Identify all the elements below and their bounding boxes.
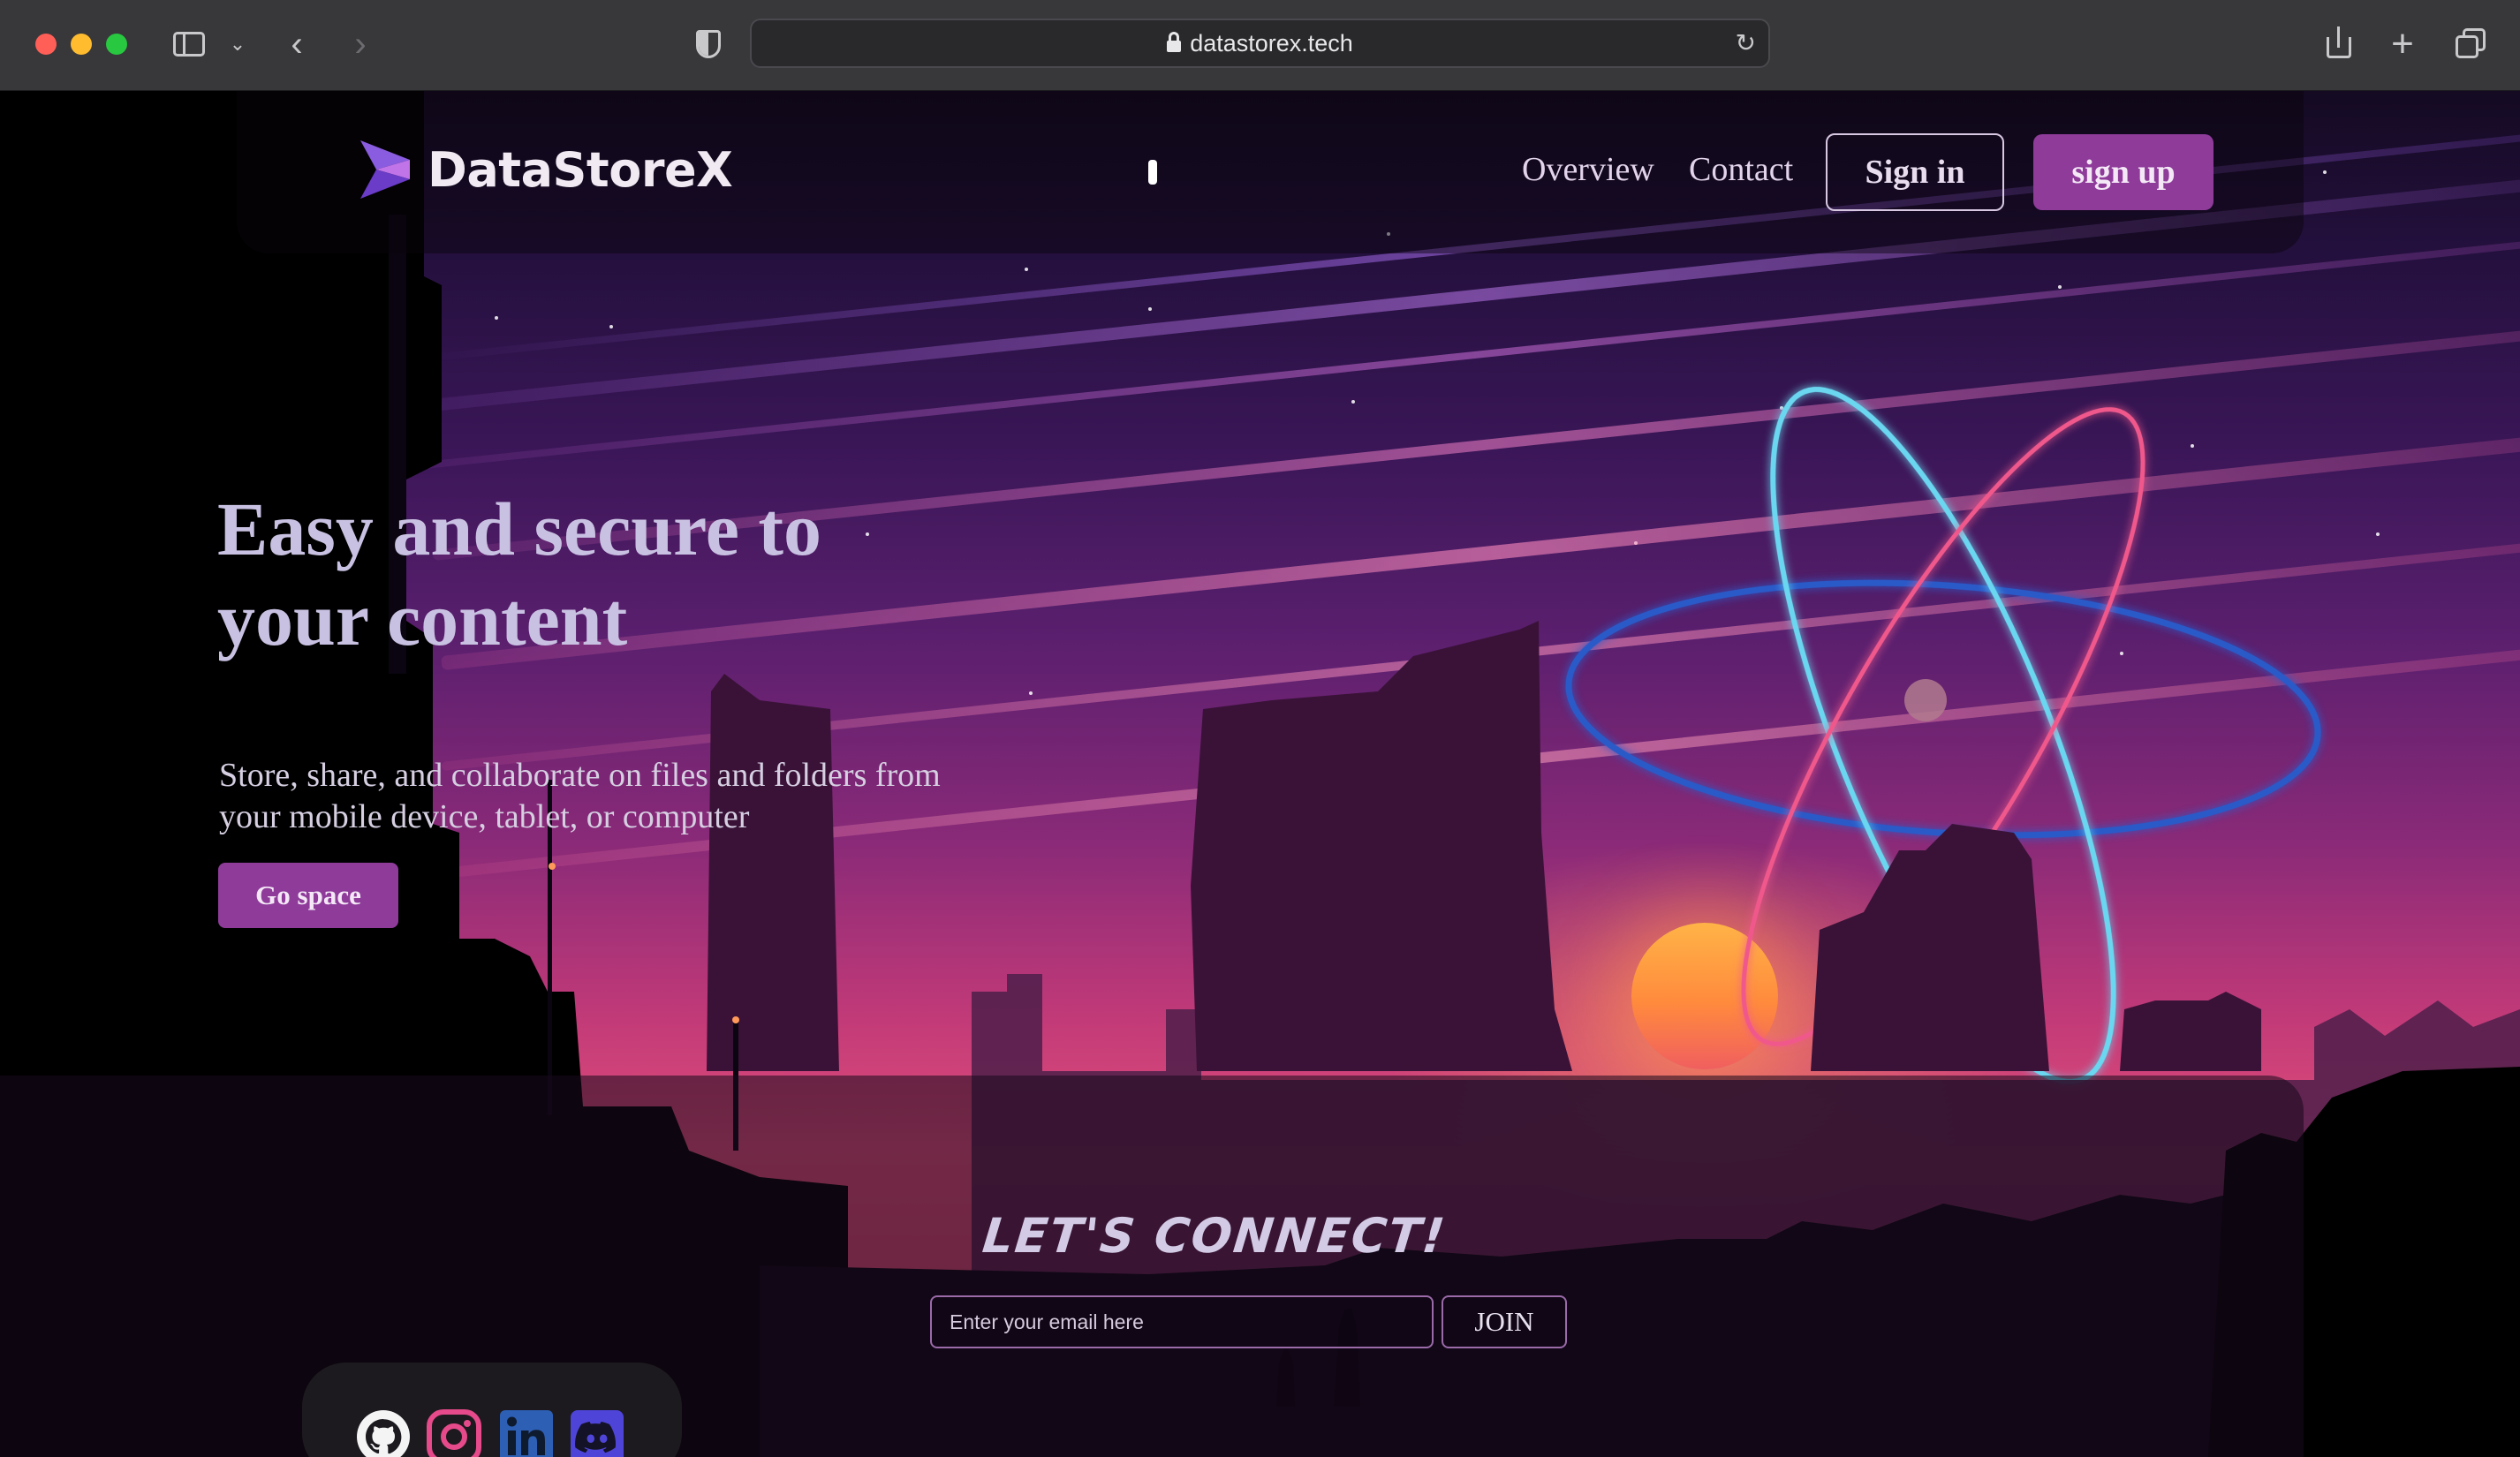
nav-link-overview[interactable]: Overview — [1522, 150, 1654, 189]
browser-toolbar: ⌄ ‹ › datastorex.tech ↻ + — [0, 0, 2520, 91]
sign-in-button[interactable]: Sign in — [1826, 133, 2004, 211]
new-tab-icon[interactable]: + — [2385, 25, 2420, 64]
sign-up-button[interactable]: sign up — [2033, 134, 2214, 210]
nav-link-contact[interactable]: Contact — [1689, 150, 1793, 189]
brand-name: DataStoreX — [428, 142, 733, 198]
newsletter-title: Let's connect! — [980, 1208, 1449, 1264]
back-icon[interactable]: ‹ — [281, 25, 313, 64]
tab-overview-icon[interactable] — [2452, 25, 2491, 64]
zoom-window-button[interactable] — [106, 34, 127, 55]
lock-icon — [1167, 32, 1182, 52]
email-input[interactable] — [930, 1295, 1434, 1348]
reload-icon[interactable]: ↻ — [1736, 20, 1756, 66]
close-window-button[interactable] — [35, 34, 57, 55]
logo-mark-icon — [360, 140, 410, 199]
linkedin-icon[interactable] — [498, 1408, 555, 1457]
hero-title: Easy and secure to your content — [217, 487, 822, 661]
github-icon[interactable] — [355, 1408, 412, 1457]
instagram-icon[interactable] — [426, 1408, 482, 1457]
text-cursor-indicator — [1148, 160, 1157, 185]
join-button[interactable]: JOIN — [1442, 1295, 1567, 1348]
sidebar-toggle-icon[interactable] — [171, 25, 208, 64]
address-bar[interactable]: datastorex.tech ↻ — [750, 19, 1770, 68]
minimize-window-button[interactable] — [71, 34, 92, 55]
hero-subtitle: Store, share, and collaborate on files a… — [219, 757, 941, 835]
chevron-down-icon[interactable]: ⌄ — [226, 25, 249, 64]
forward-icon[interactable]: › — [344, 25, 376, 64]
discord-icon[interactable] — [569, 1408, 625, 1457]
privacy-shield-icon[interactable] — [691, 25, 726, 64]
share-icon[interactable] — [2321, 25, 2357, 64]
social-links — [302, 1363, 682, 1457]
go-space-button[interactable]: Go space — [218, 863, 398, 928]
url-text: datastorex.tech — [1190, 30, 1353, 57]
page-viewport: DataStoreX Overview Contact Sign in sign… — [0, 91, 2520, 1457]
